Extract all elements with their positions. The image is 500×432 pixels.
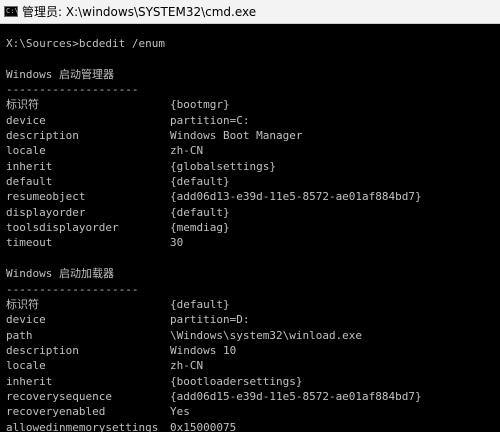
entry-row: locale zh-CN <box>6 143 500 158</box>
console-app-icon[interactable]: C:\ <box>4 6 19 17</box>
entry-key: locale <box>6 359 46 373</box>
entry-row: toolsdisplayorder {memdiag} <box>6 220 500 235</box>
entry-key: inherit <box>6 374 53 388</box>
entry-value: {globalsettings} <box>170 159 276 173</box>
entry-key: path <box>6 328 33 342</box>
entry-row: inherit {bootloadersettings} <box>6 374 500 389</box>
entry-key: locale <box>6 144 46 158</box>
entry-row: 标识符 {bootmgr} <box>6 97 500 112</box>
entry-value: {bootloadersettings} <box>170 374 303 388</box>
entry-value: {bootmgr} <box>170 98 230 112</box>
entry-key: device <box>6 313 46 327</box>
console-prompt-glyph: C:\ <box>6 7 19 15</box>
entry-value: {default} <box>170 297 230 311</box>
entry-key: description <box>6 129 79 143</box>
entry-key: allowedinmemorysettings <box>6 420 159 432</box>
entry-row: displayorder {default} <box>6 205 500 220</box>
entry-row: timeout 30 <box>6 235 500 250</box>
entry-row: recoveryenabled Yes <box>6 404 500 419</box>
entry-value: partition=D: <box>170 313 250 327</box>
entry-value: zh-CN <box>170 144 204 158</box>
entry-value: partition=C: <box>170 113 250 127</box>
entry-key: 标识符 <box>6 297 39 311</box>
section-separator: -------------------- <box>6 282 139 296</box>
entry-value: Windows 10 <box>170 343 237 357</box>
entry-value: zh-CN <box>170 359 204 373</box>
entry-key: 标识符 <box>6 98 39 112</box>
entry-row: inherit {globalsettings} <box>6 159 500 174</box>
section-heading: Windows 启动加载器 <box>6 267 114 281</box>
entry-row: locale zh-CN <box>6 358 500 373</box>
entry-key: resumeobject <box>6 190 86 204</box>
entry-value: \Windows\system32\winload.exe <box>170 328 363 342</box>
entry-key: device <box>6 113 46 127</box>
entry-row: device partition=C: <box>6 113 500 128</box>
cmd-window: C:\ 管理员: X:\windows\SYSTEM32\cmd.exe X:\… <box>0 0 500 432</box>
entry-value: 0x15000075 <box>170 420 237 432</box>
entry-value: 30 <box>170 236 184 250</box>
entry-key: timeout <box>6 236 53 250</box>
entry-row: description Windows Boot Manager <box>6 128 500 143</box>
command-line: X:\Sources>bcdedit /enum <box>6 37 165 50</box>
entry-key: default <box>6 175 53 189</box>
entry-key: displayorder <box>6 205 86 219</box>
title-bar[interactable]: C:\ 管理员: X:\windows\SYSTEM32\cmd.exe <box>0 0 500 24</box>
entry-value: Yes <box>170 405 190 419</box>
entry-row: device partition=D: <box>6 312 500 327</box>
entry-value: {default} <box>170 205 230 219</box>
entry-row: recoverysequence {add06d15-e39d-11e5-8572… <box>6 389 500 404</box>
window-title: 管理员: X:\windows\SYSTEM32\cmd.exe <box>22 5 257 19</box>
section-separator: -------------------- <box>6 83 139 97</box>
entry-key: toolsdisplayorder <box>6 221 119 235</box>
entry-value: {add06d15-e39d-11e5-8572-ae01af884bd7} <box>170 389 422 403</box>
entry-key: inherit <box>6 159 53 173</box>
entry-row: allowedinmemorysettings 0x15000075 <box>6 420 500 432</box>
entry-key: description <box>6 343 79 357</box>
entry-value: {add06d13-e39d-11e5-8572-ae01af884bd7} <box>170 190 422 204</box>
entry-row: description Windows 10 <box>6 343 500 358</box>
entry-row: resumeobject {add06d13-e39d-11e5-8572-ae0… <box>6 189 500 204</box>
entry-key: recoveryenabled <box>6 405 106 419</box>
section-heading: Windows 启动管理器 <box>6 67 114 81</box>
console-output[interactable]: X:\Sources>bcdedit /enum Windows 启动管理器 --… <box>0 24 500 432</box>
entry-value: Windows Boot Manager <box>170 129 303 143</box>
entry-row: default {default} <box>6 174 500 189</box>
entry-value: {default} <box>170 175 230 189</box>
entry-value: {memdiag} <box>170 221 230 235</box>
entry-row: 标识符 {default} <box>6 297 500 312</box>
entry-row: path \Windows\system32\winload.exe <box>6 328 500 343</box>
entry-key: recoverysequence <box>6 389 112 403</box>
